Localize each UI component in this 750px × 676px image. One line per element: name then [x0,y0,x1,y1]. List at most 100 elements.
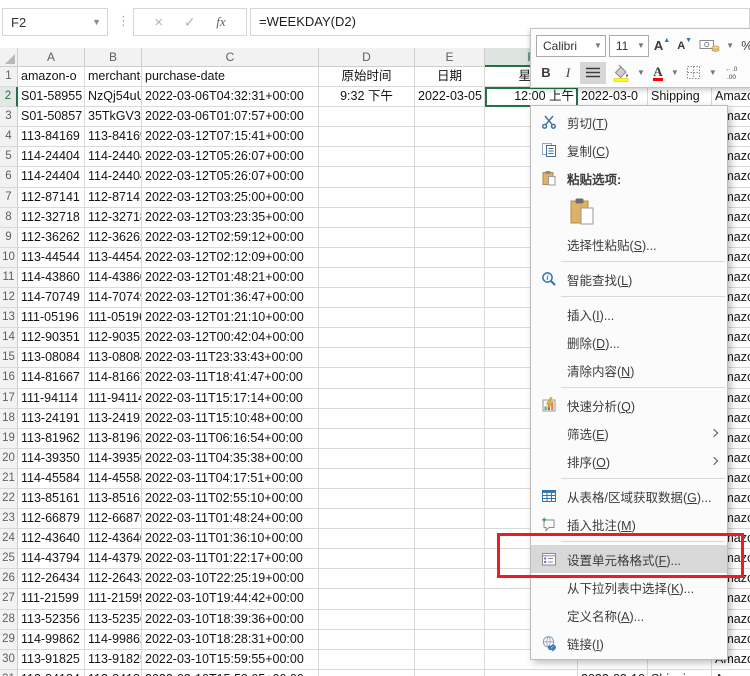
cell-d15[interactable] [319,348,415,369]
row-header-26[interactable]: 26 [0,569,18,590]
cell-d25[interactable] [319,549,415,570]
cell-c13[interactable]: 2022-03-12T01:21:10+00:00 [142,308,319,329]
cell-a12[interactable]: 114-70749 [18,288,85,309]
cell-d27[interactable] [319,589,415,610]
cell-a1[interactable]: amazon-o [18,67,85,88]
cell-b7[interactable]: 112-87141 [85,187,142,208]
menu-item-insert[interactable]: 插入(I)... [531,300,727,328]
cell-a15[interactable]: 113-08084 [18,348,85,369]
select-all-corner[interactable] [0,48,18,67]
cell-d5[interactable] [319,147,415,168]
menu-item-pick-from-dropdown[interactable]: 从下拉列表中选择(K)... [531,573,727,601]
cell-e11[interactable] [415,267,485,289]
cell-d28[interactable] [319,609,415,630]
cell-b4[interactable]: 113-84169 [85,127,142,148]
cell-d17[interactable] [319,388,415,409]
cell-b9[interactable]: 112-36262 [85,227,142,248]
cell-c20[interactable]: 2022-03-11T04:35:38+00:00 [142,448,319,469]
cell-a30[interactable]: 113-91825 [18,649,85,670]
cell-b12[interactable]: 114-70749 [85,288,142,309]
cell-b27[interactable]: 111-21599 [85,589,142,610]
cell-e18[interactable] [415,408,485,429]
cancel-icon[interactable]: × [154,14,163,31]
menu-item-format-cells[interactable]: 设置单元格格式(F)... [531,545,727,573]
row-header-10[interactable]: 10 [0,247,18,268]
cell-d9[interactable] [319,227,415,248]
name-box[interactable]: F2 ▼ [2,8,108,36]
insert-function-icon[interactable]: fx [216,14,225,30]
cell-d19[interactable] [319,428,415,449]
cell-e31[interactable] [415,669,485,676]
cell-d10[interactable] [319,247,415,268]
cell-c2[interactable]: 2022-03-06T04:32:31+00:00 [142,87,319,108]
cell-c25[interactable]: 2022-03-11T01:22:17+00:00 [142,549,319,570]
cell-e28[interactable] [415,609,485,630]
cell-b17[interactable]: 111-94114 [85,388,142,409]
cell-a18[interactable]: 113-24191 [18,408,85,429]
cell-g31[interactable]: 2022-03-10 [578,669,648,676]
cell-c12[interactable]: 2022-03-12T01:36:47+00:00 [142,288,319,309]
cell-e27[interactable] [415,589,485,610]
cell-a9[interactable]: 112-36262 [18,227,85,248]
column-header-c[interactable]: C [142,48,319,67]
cell-a23[interactable]: 112-66879 [18,509,85,530]
percent-style-button[interactable]: % [738,35,750,57]
cell-c17[interactable]: 2022-03-11T15:17:14+00:00 [142,388,319,409]
cell-c31[interactable]: 2022-03-10T15:58:05+00:00 [142,669,319,676]
cell-a19[interactable]: 113-81962 [18,428,85,449]
cell-e22[interactable] [415,488,485,510]
cell-c14[interactable]: 2022-03-12T00:42:04+00:00 [142,328,319,349]
cell-b14[interactable]: 112-90351 [85,328,142,349]
cell-b24[interactable]: 112-43640 [85,529,142,550]
cell-d24[interactable] [319,529,415,550]
cell-d3[interactable] [319,107,415,128]
row-header-13[interactable]: 13 [0,308,18,329]
cell-a17[interactable]: 111-94114 [18,388,85,409]
menu-item-clear-contents[interactable]: 清除内容(N) [531,356,727,384]
cell-b5[interactable]: 114-24404 [85,147,142,168]
cell-d7[interactable] [319,187,415,208]
cell-e29[interactable] [415,629,485,650]
cell-c7[interactable]: 2022-03-12T03:25:00+00:00 [142,187,319,208]
cell-a4[interactable]: 113-84169 [18,127,85,148]
confirm-icon[interactable]: ✓ [184,14,196,31]
cell-b16[interactable]: 114-81667 [85,368,142,389]
cell-c4[interactable]: 2022-03-12T07:15:41+00:00 [142,127,319,148]
cell-b15[interactable]: 113-08084 [85,348,142,369]
cell-b23[interactable]: 112-66879 [85,509,142,530]
cell-d14[interactable] [319,328,415,349]
row-header-14[interactable]: 14 [0,328,18,349]
cell-b10[interactable]: 113-44544 [85,247,142,268]
cell-a6[interactable]: 114-24404 [18,167,85,188]
cell-c9[interactable]: 2022-03-12T02:59:12+00:00 [142,227,319,248]
column-header-b[interactable]: B [85,48,142,67]
row-header-12[interactable]: 12 [0,288,18,309]
cell-c23[interactable]: 2022-03-11T01:48:24+00:00 [142,509,319,530]
cell-e17[interactable] [415,388,485,409]
row-header-15[interactable]: 15 [0,348,18,369]
cell-e7[interactable] [415,187,485,208]
cell-b31[interactable]: 113-84184 [85,669,142,676]
cell-d23[interactable] [319,509,415,530]
cell-a14[interactable]: 112-90351 [18,328,85,349]
font-size-combo[interactable]: 11 ▼ [608,34,649,57]
row-header-28[interactable]: 28 [0,609,18,630]
chevron-down-icon[interactable]: ▼ [725,41,735,50]
cell-b11[interactable]: 114-43860 [85,267,142,289]
chevron-down-icon[interactable]: ▼ [708,68,718,77]
cell-e21[interactable] [415,468,485,489]
cell-e13[interactable] [415,308,485,329]
cell-e14[interactable] [415,328,485,349]
cell-a3[interactable]: S01-50857 [18,107,85,128]
chevron-down-icon[interactable]: ▼ [632,41,645,50]
cell-e15[interactable] [415,348,485,369]
cell-b2[interactable]: NzQj54uU [85,87,142,108]
cell-a27[interactable]: 111-21599 [18,589,85,610]
menu-item-paste-special[interactable]: 选择性粘贴(S)... [531,230,727,258]
cell-c19[interactable]: 2022-03-11T06:16:54+00:00 [142,428,319,449]
cell-a29[interactable]: 114-99862 [18,629,85,650]
cell-d11[interactable] [319,267,415,289]
cell-e19[interactable] [415,428,485,449]
menu-item-insert-comment[interactable]: 插入批注(M) [531,510,727,538]
menu-item-sort[interactable]: 排序(O) [531,447,727,475]
